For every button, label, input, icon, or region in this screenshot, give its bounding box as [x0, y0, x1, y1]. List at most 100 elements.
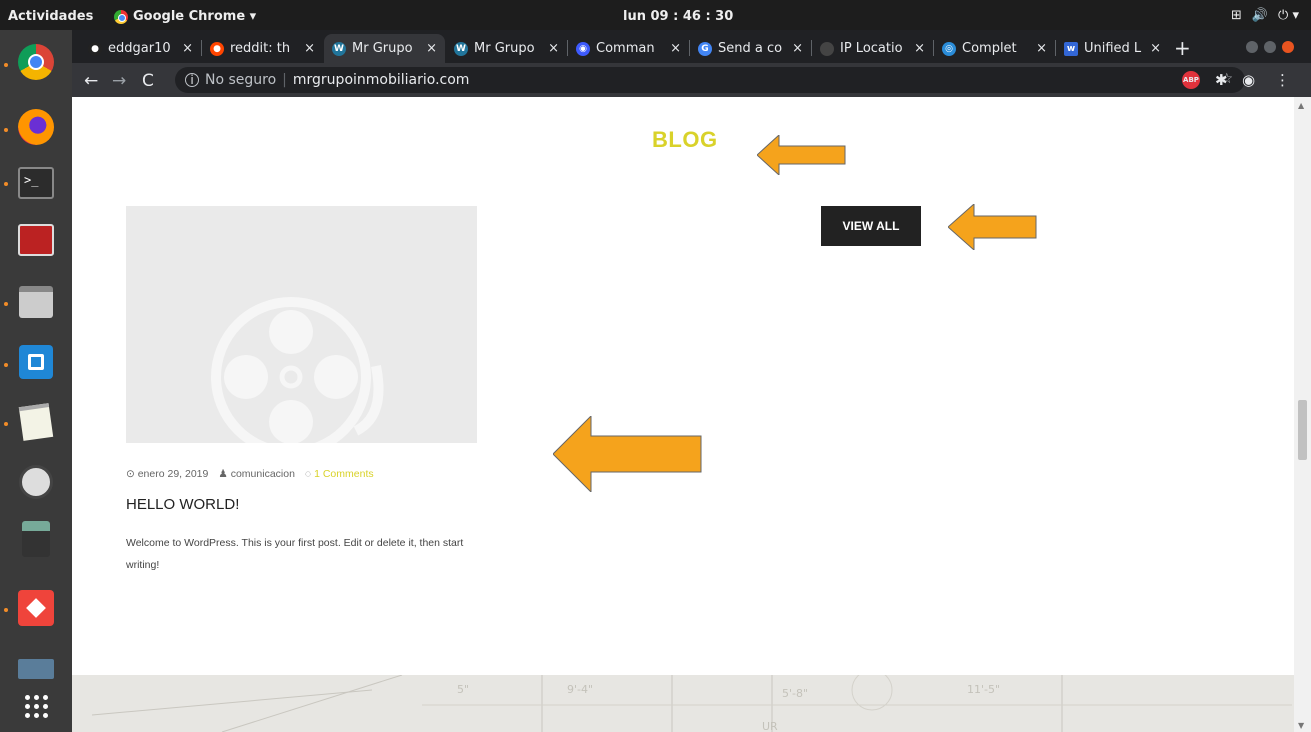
- close-icon[interactable]: ×: [792, 41, 803, 56]
- svg-text:5'-8": 5'-8": [782, 687, 808, 700]
- tab[interactable]: IP Locatio ×: [812, 34, 933, 63]
- window-close-button[interactable]: [1282, 41, 1294, 53]
- svg-text:11'-5": 11'-5": [967, 683, 1000, 696]
- text-editor-launcher[interactable]: [14, 400, 58, 444]
- terminal-icon: >_: [18, 167, 54, 199]
- tab-active[interactable]: W Mr Grupo ×: [324, 34, 445, 63]
- svg-text:9'-4": 9'-4": [567, 683, 593, 696]
- firefox-icon: [18, 109, 54, 145]
- maximize-button[interactable]: [1264, 41, 1276, 53]
- tab-title: Unified L: [1084, 41, 1142, 56]
- post-date: ⊙ enero 29, 2019: [126, 468, 209, 480]
- wordpress-icon: W: [454, 41, 468, 56]
- calculator-launcher[interactable]: [14, 517, 58, 561]
- anydesk-launcher[interactable]: [14, 586, 58, 630]
- globe-icon: ◎: [942, 41, 956, 56]
- scrollbar-thumb[interactable]: [1298, 400, 1307, 460]
- blueprint-background: 5" 9'-4" 5'-8" 11'-5" UR: [72, 675, 1294, 732]
- url-text[interactable]: mrgrupoinmobiliario.com: [293, 72, 470, 88]
- ip-icon: [820, 41, 834, 56]
- launcher-dock: >_: [0, 30, 72, 732]
- wordpress-icon: W: [332, 41, 346, 56]
- software-updater-launcher[interactable]: [14, 460, 58, 504]
- page-scrollbar[interactable]: ▲ ▼: [1294, 97, 1311, 732]
- tab[interactable]: W Mr Grupo ×: [446, 34, 567, 63]
- power-icon[interactable]: ⏻ ▾: [1278, 8, 1299, 23]
- minimize-button[interactable]: [1246, 41, 1258, 53]
- running-indicator: [4, 608, 8, 612]
- close-icon[interactable]: ×: [914, 41, 925, 56]
- system-tray[interactable]: ⊞ 🔊 ⏻ ▾: [1231, 8, 1299, 23]
- close-icon[interactable]: ×: [1036, 41, 1047, 56]
- close-icon[interactable]: ×: [670, 41, 681, 56]
- files-launcher[interactable]: [14, 280, 58, 324]
- post-thumbnail[interactable]: [126, 206, 477, 457]
- running-indicator: [4, 128, 8, 132]
- extensions-icon[interactable]: ✱: [1215, 71, 1228, 89]
- film-reel-icon: [211, 297, 384, 457]
- tab-title: IP Locatio: [840, 41, 903, 56]
- volume-icon[interactable]: 🔊: [1252, 8, 1268, 23]
- running-indicator: [4, 302, 8, 306]
- github-icon: ●: [88, 41, 102, 56]
- forward-icon[interactable]: →: [112, 71, 126, 91]
- firefox-launcher[interactable]: [14, 105, 58, 149]
- software-updater-icon: [19, 465, 53, 499]
- info-icon[interactable]: i: [185, 73, 199, 87]
- screenshot-launcher[interactable]: [14, 640, 58, 684]
- tab[interactable]: ● reddit: th ×: [202, 34, 323, 63]
- tab-title: Mr Grupo: [352, 41, 413, 56]
- close-icon[interactable]: ×: [1150, 41, 1161, 56]
- profile-icon[interactable]: ◉: [1242, 71, 1255, 89]
- annotation-arrow: [553, 416, 702, 492]
- browser-toolbar: ← → C i No seguro | mrgrupoinmobiliario.…: [72, 63, 1311, 97]
- running-indicator: [4, 422, 8, 426]
- tab[interactable]: w Unified L ×: [1056, 34, 1169, 63]
- app-menu[interactable]: Google Chrome ▾: [114, 9, 256, 24]
- network-icon[interactable]: ⊞: [1231, 8, 1242, 23]
- tab-title: Complet: [962, 41, 1017, 56]
- reload-icon[interactable]: C: [142, 71, 154, 91]
- security-label: No seguro: [205, 72, 277, 88]
- tab-title: reddit: th: [230, 41, 291, 56]
- annotation-arrow: [757, 135, 846, 175]
- w-icon: w: [1064, 41, 1078, 56]
- virtualbox-launcher[interactable]: [14, 340, 58, 384]
- post-excerpt: Welcome to WordPress. This is your first…: [126, 537, 464, 571]
- running-indicator: [4, 63, 8, 67]
- adblock-icon[interactable]: ABP: [1182, 71, 1200, 89]
- text-editor-icon: [18, 403, 54, 441]
- menu-icon[interactable]: ⋮: [1275, 71, 1290, 89]
- tab[interactable]: ◎ Complet ×: [934, 34, 1055, 63]
- post-author[interactable]: ♟ comunicacion: [218, 468, 295, 480]
- close-icon[interactable]: ×: [304, 41, 315, 56]
- close-icon[interactable]: ×: [426, 41, 437, 56]
- tab[interactable]: G Send a co ×: [690, 34, 811, 63]
- address-bar[interactable]: i No seguro | mrgrupoinmobiliario.com ☆: [175, 67, 1245, 93]
- tab[interactable]: ● eddgar10 ×: [80, 34, 201, 63]
- close-icon[interactable]: ×: [548, 41, 559, 56]
- google-icon: G: [698, 41, 712, 56]
- chrome-launcher[interactable]: [14, 40, 58, 84]
- new-tab-button[interactable]: +: [1174, 36, 1191, 60]
- activities-button[interactable]: Actividades: [8, 9, 93, 24]
- show-applications-button[interactable]: [14, 684, 58, 728]
- files-icon: [19, 286, 53, 318]
- chrome-icon: [18, 44, 54, 80]
- browser-window: ● eddgar10 × ● reddit: th × W Mr Grupo ×…: [72, 30, 1311, 732]
- clock[interactable]: lun 09 : 46 : 30: [623, 9, 733, 24]
- chrome-icon: [114, 9, 128, 24]
- tab-title: Send a co: [718, 41, 783, 56]
- post-comments-link[interactable]: ◌ 1 Comments: [305, 468, 374, 480]
- remote-desktop-icon: [18, 224, 54, 256]
- back-icon[interactable]: ←: [84, 71, 98, 91]
- screenshot-icon: [18, 659, 54, 679]
- post-title[interactable]: HELLO WORLD!: [126, 496, 239, 513]
- web-page: BLOG VIEW ALL ⊙ enero 29, 2019 ♟ comunic…: [72, 97, 1294, 732]
- terminal-launcher[interactable]: >_: [14, 161, 58, 205]
- reddit-icon: ●: [210, 41, 224, 56]
- remote-desktop-launcher[interactable]: [14, 218, 58, 262]
- view-all-button[interactable]: VIEW ALL: [821, 206, 921, 246]
- close-icon[interactable]: ×: [182, 41, 193, 56]
- tab[interactable]: ◉ Comman ×: [568, 34, 689, 63]
